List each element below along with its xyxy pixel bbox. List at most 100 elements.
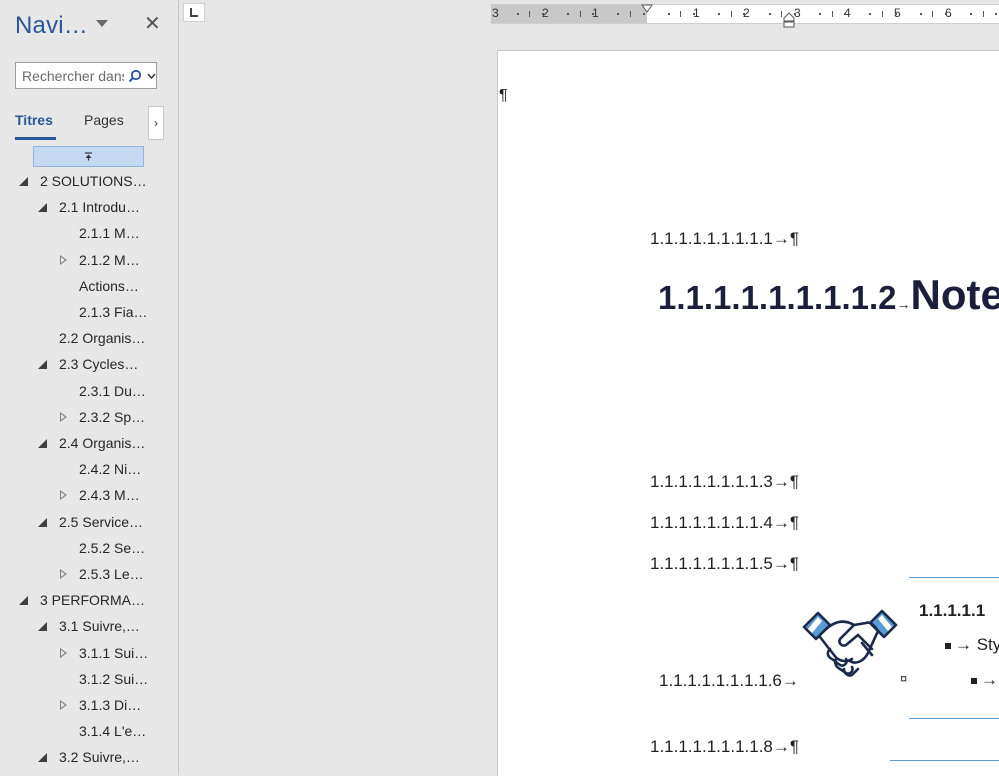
ruler-tick <box>667 13 670 15</box>
bullet-icon <box>945 642 951 649</box>
tree-item[interactable]: 3.1.1 Sui… <box>0 640 178 666</box>
heading-number: 1.1.1.1.1.1.1.1.2 <box>658 279 897 316</box>
tree-item-label: 3.1.2 Sui… <box>79 670 149 687</box>
tree-item-label: 3.1.1 Sui… <box>79 644 149 661</box>
tab-titres[interactable]: Titres <box>15 112 53 128</box>
tree-item[interactable]: 2 SOLUTIONS… <box>0 168 178 194</box>
ruler-tick <box>541 13 544 15</box>
ruler-tick <box>894 13 897 15</box>
ruler-tick <box>579 11 581 17</box>
tree-item-label: 2.1.3 Fia… <box>79 304 148 320</box>
cell-end-mark: ¤ <box>900 671 908 686</box>
tree-item[interactable]: 2.1.3 Fia… <box>0 299 178 325</box>
ruler-tick <box>844 13 847 15</box>
tree-item[interactable]: 3.1.3 Di… <box>0 692 178 718</box>
tab-pages[interactable]: Pages <box>84 112 124 128</box>
menu-caret-icon[interactable] <box>96 20 108 27</box>
tree-item-label: 2.1 Introdu… <box>59 199 140 216</box>
handshake-icon[interactable] <box>800 603 900 685</box>
close-icon[interactable]: ✕ <box>144 13 161 35</box>
active-tab-indicator <box>15 137 56 140</box>
horizontal-ruler[interactable]: 3 2 1 1 2 3 4 5 6 <box>491 4 999 24</box>
pane-title: Navi… <box>15 12 89 39</box>
tree-item[interactable]: 3.1.4 L'e… <box>0 718 178 744</box>
tree-item[interactable]: 2.2 Organis… <box>0 325 178 351</box>
tree-item-label: 2.1.1 M… <box>79 225 140 242</box>
tree-item-label: 2.4.2 Ni… <box>79 461 142 478</box>
expand-triangle-icon[interactable] <box>38 360 47 370</box>
list-item-text: → Styl <box>955 635 999 654</box>
ruler-tick <box>768 13 771 15</box>
chevron-down-icon[interactable] <box>147 72 156 80</box>
tree-item-label: 2.5.3 Le… <box>79 566 144 582</box>
ruler-tick <box>529 11 531 17</box>
tree-item-label: 2.3.1 Du… <box>79 382 146 399</box>
tree-item[interactable]: 2.3 Cycles… <box>0 351 178 377</box>
tree-item[interactable]: Actions… <box>0 273 178 299</box>
tree-item-label: 2.3 Cycles… <box>59 356 139 373</box>
tree-item[interactable]: 2.1.1 M… <box>0 220 178 246</box>
tree-item-label: 3.2 Suivre,… <box>59 749 140 766</box>
bullet-icon <box>971 677 977 684</box>
tree-item[interactable]: 3.1 Suivre,… <box>0 613 178 639</box>
tab-stop-icon[interactable] <box>183 3 205 22</box>
ruler-tick <box>630 11 631 17</box>
tree-item[interactable]: 2.4.2 Ni… <box>0 456 178 482</box>
tree-item[interactable]: 2.4 Organis… <box>0 430 178 456</box>
indent-marker-icon[interactable] <box>641 4 653 14</box>
list-item: → Styl <box>945 635 999 655</box>
search-box[interactable] <box>15 62 157 89</box>
collapsed-triangle-icon[interactable] <box>60 411 67 422</box>
ruler-tick <box>869 13 872 15</box>
expand-triangle-icon[interactable] <box>19 177 28 186</box>
search-input[interactable] <box>16 63 124 88</box>
ruler-tick <box>945 13 947 15</box>
ruler-tick <box>693 13 695 15</box>
collapsed-triangle-icon[interactable] <box>60 569 67 579</box>
collapsed-triangle-icon[interactable] <box>60 700 67 710</box>
ruler-number: 3 <box>492 6 499 20</box>
ruler-tick <box>516 13 519 15</box>
tree-item-label: 3.1 Suivre,… <box>59 618 140 635</box>
tree-item[interactable]: 2.1.2 M… <box>0 247 178 273</box>
ruler-tick <box>718 13 721 15</box>
indent-marker-icon[interactable] <box>782 12 796 28</box>
heading-tab-arrow: → <box>896 296 911 312</box>
paragraph: 1.1.1.1.1.1.1.1.5→¶ <box>650 554 800 573</box>
tree-item[interactable]: 2.3.1 Du… <box>0 378 178 404</box>
tree-item[interactable]: 3.2 Suivre,… <box>0 744 178 770</box>
tree-item[interactable]: 2.5 Service… <box>0 509 178 535</box>
tree-item[interactable]: 3 PERFORMA… <box>0 587 178 613</box>
document-page[interactable]: ¶ 1.1.1.1.1.1.1.1.1→¶ 1.1.1.1.1.1.1.1.2→… <box>497 50 999 776</box>
ruler-tick <box>743 13 746 15</box>
tree-item-label: Actions… <box>79 277 139 294</box>
tree-item-label: 2.3.2 Sp… <box>79 408 146 425</box>
collapse-all-button[interactable] <box>33 146 144 167</box>
expand-triangle-icon[interactable] <box>38 439 47 448</box>
ruler-tick <box>567 13 569 15</box>
ruler-tick <box>932 11 934 17</box>
paragraph: 1.1.1.1.1.1.1.1.3→¶ <box>650 472 800 491</box>
table-border <box>890 760 999 761</box>
table-border <box>909 577 999 578</box>
heading-text: Note <box>910 271 999 318</box>
tree-item[interactable]: 3.1.2 Sui… <box>0 666 178 692</box>
expand-triangle-icon[interactable] <box>19 596 28 606</box>
list-item: → S <box>971 670 999 690</box>
collapsed-triangle-icon[interactable] <box>60 254 67 265</box>
collapsed-triangle-icon[interactable] <box>60 490 67 501</box>
heading: 1.1.1.1.1.1.1.1.2→Note <box>658 271 999 319</box>
search-icon[interactable] <box>128 69 142 83</box>
tree-item[interactable]: 2.1 Introdu… <box>0 194 178 220</box>
expand-triangle-icon[interactable] <box>38 753 47 763</box>
tree-item-label: 2.4 Organis… <box>59 435 146 451</box>
tree-item[interactable]: 2.4.3 M… <box>0 482 178 508</box>
tree-item[interactable]: 2.3.2 Sp… <box>0 404 178 430</box>
expand-triangle-icon[interactable] <box>38 517 47 527</box>
expand-triangle-icon[interactable] <box>38 622 47 632</box>
tree-item[interactable]: 2.5.3 Le… <box>0 561 178 587</box>
expand-triangle-icon[interactable] <box>38 203 47 213</box>
collapsed-triangle-icon[interactable] <box>60 647 67 658</box>
tree-item[interactable]: 2.5.2 Se… <box>0 535 178 561</box>
tab-more-button[interactable]: › <box>148 106 164 140</box>
